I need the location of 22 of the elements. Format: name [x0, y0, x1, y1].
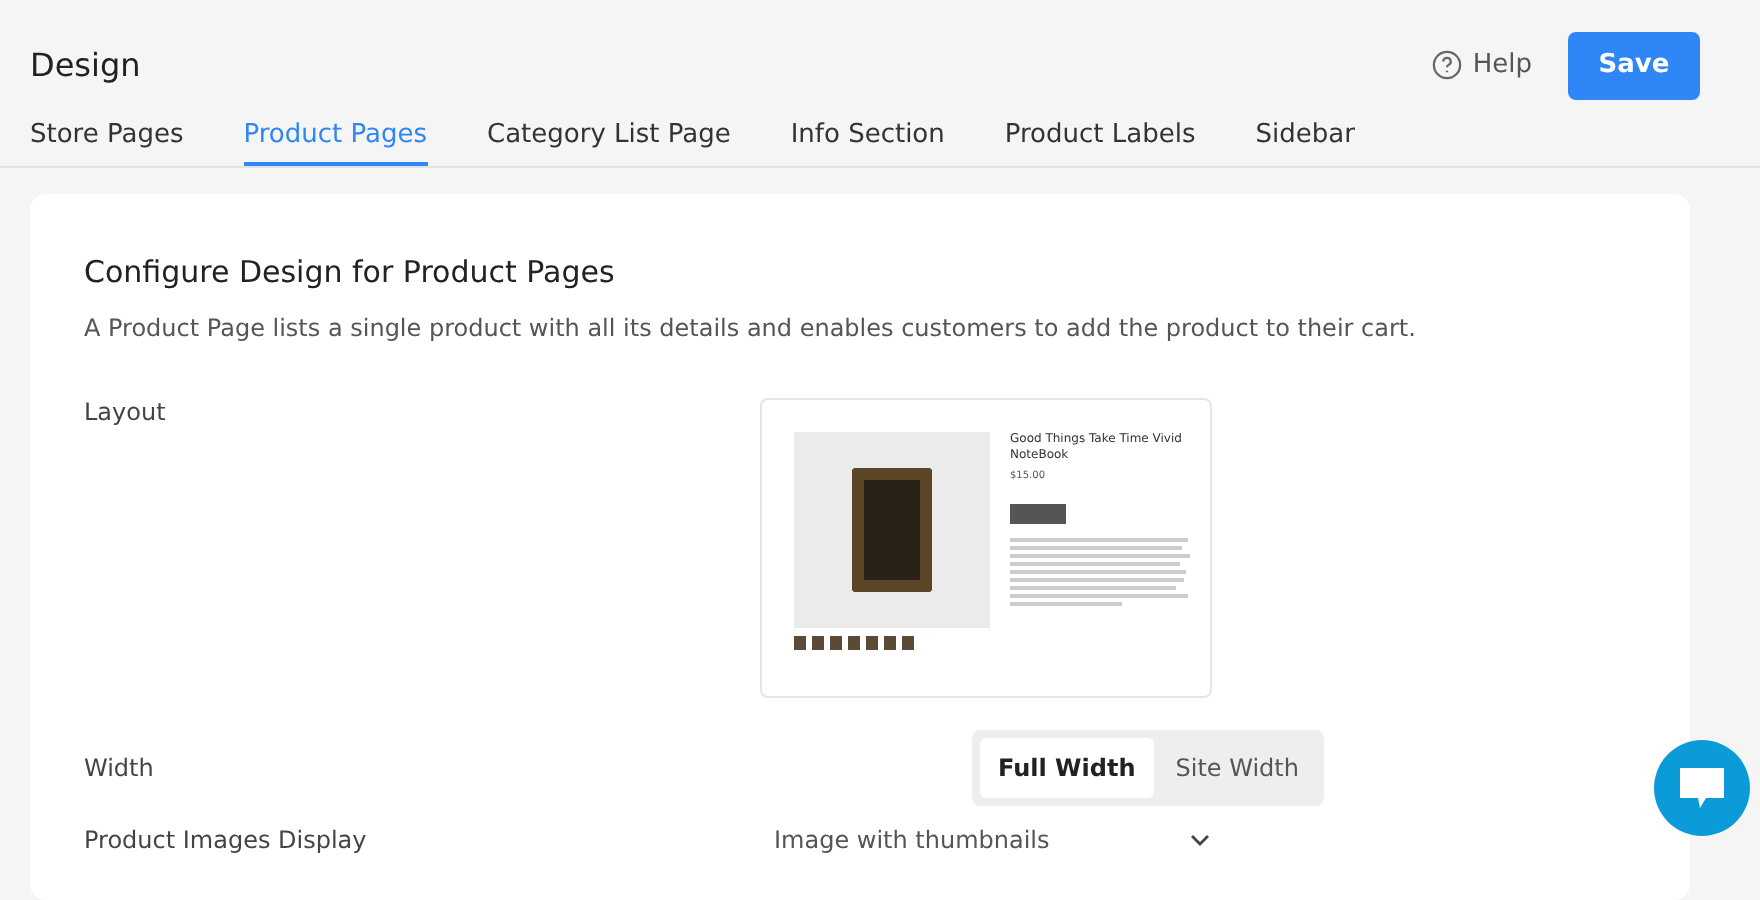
chat-button[interactable]	[1654, 740, 1750, 836]
field-label: Layout	[84, 398, 168, 426]
help-icon	[1432, 50, 1463, 80]
field-label: Product Images Display	[84, 826, 369, 854]
save-button[interactable]: Save	[1568, 31, 1700, 99]
field-label: Width	[84, 754, 156, 782]
tab[interactable]: Store Pages	[30, 120, 184, 166]
tab[interactable]: Category List Page	[487, 120, 731, 166]
tab[interactable]: Product Labels	[1004, 120, 1196, 166]
width-option[interactable]: Full Width	[980, 738, 1154, 798]
tab[interactable]: Info Section	[790, 120, 945, 166]
tab[interactable]: Sidebar	[1255, 120, 1355, 166]
images-display-select[interactable]: Image with thumbnails	[774, 826, 1210, 854]
page-title: Design	[30, 46, 141, 84]
preview-cart-button	[1010, 504, 1066, 524]
section-description: A Product Page lists a single product with all its details and enables customers to add the product to their cart.	[84, 314, 1418, 342]
section-title: Configure Design for Product Pages	[84, 254, 617, 290]
chevron-down-icon	[1190, 834, 1210, 846]
chat-bubble-icon	[1678, 766, 1726, 810]
thumbnails-drawing	[794, 636, 914, 650]
width-option[interactable]: Site Width	[1157, 738, 1317, 798]
help-link[interactable]: Help	[1432, 50, 1532, 80]
